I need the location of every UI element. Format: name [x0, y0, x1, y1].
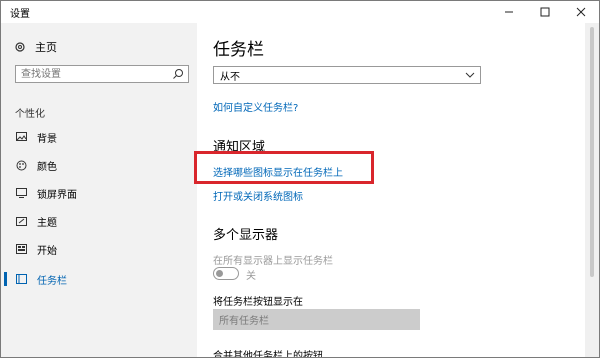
sidebar-item-label: 主题 [37, 217, 57, 229]
lock-screen-icon [15, 187, 27, 199]
theme-icon [15, 215, 27, 227]
multi-display-heading: 多个显示器 [213, 228, 279, 243]
sidebar: 主页 个性化 背景 颜色 锁屏界面 [1, 23, 197, 357]
active-indicator [4, 272, 7, 286]
sidebar-item-label: 开始 [37, 245, 57, 257]
customize-taskbar-link[interactable]: 如何自定义任务栏? [213, 99, 298, 114]
chevron-down-icon [465, 70, 475, 80]
sidebar-item-taskbar[interactable]: 任务栏 [1, 265, 197, 293]
palette-icon [15, 159, 27, 171]
show-all-displays-toggle[interactable] [213, 267, 239, 280]
toggle-knob [216, 270, 223, 277]
maximize-button[interactable] [527, 1, 563, 23]
taskbar-icon [15, 273, 27, 285]
sidebar-item-themes[interactable]: 主题 [1, 207, 197, 235]
system-icons-link[interactable]: 打开或关闭系统图标 [213, 188, 303, 203]
page-title: 任务栏 [213, 40, 264, 60]
close-icon [576, 7, 586, 17]
dropdown-value: 从不 [220, 71, 240, 83]
red-highlight-box [194, 151, 374, 184]
gear-icon [13, 40, 27, 54]
start-icon [15, 243, 27, 255]
settings-window: 设置 主页 个性化 [0, 0, 600, 358]
close-button[interactable] [563, 1, 599, 23]
sidebar-item-label: 颜色 [37, 161, 57, 173]
home-label: 主页 [35, 41, 57, 54]
combine-buttons-label: 合并其他任务栏上的按钮 [213, 351, 323, 358]
dropdown[interactable]: 从不 [213, 66, 481, 84]
sidebar-home[interactable]: 主页 [13, 39, 57, 55]
title-bar: 设置 [1, 1, 599, 23]
search-input[interactable] [16, 66, 166, 82]
toggle-state: 关 [246, 271, 256, 282]
sidebar-item-background[interactable]: 背景 [1, 123, 197, 151]
show-buttons-dropdown[interactable]: 所有任务栏 [213, 309, 420, 330]
window-controls [491, 1, 599, 23]
minimize-icon [505, 11, 513, 13]
show-buttons-value: 所有任务栏 [219, 316, 269, 327]
image-icon [15, 131, 27, 143]
sidebar-item-colors[interactable]: 颜色 [1, 151, 197, 179]
show-buttons-label: 将任务栏按钮显示在 [213, 297, 303, 308]
window-title: 设置 [10, 9, 30, 20]
sidebar-item-label: 任务栏 [37, 275, 67, 287]
sidebar-item-start[interactable]: 开始 [1, 235, 197, 263]
sidebar-item-label: 锁屏界面 [37, 189, 77, 201]
search-box[interactable] [15, 65, 189, 83]
section-title: 个性化 [15, 109, 45, 120]
show-all-displays-label: 在所有显示器上显示任务栏 [213, 256, 333, 267]
minimize-button[interactable] [491, 1, 527, 23]
sidebar-item-lockscreen[interactable]: 锁屏界面 [1, 179, 197, 207]
scrollbar[interactable] [585, 23, 599, 357]
sidebar-item-label: 背景 [37, 133, 57, 145]
scroll-thumb[interactable] [590, 27, 594, 277]
search-icon[interactable] [172, 68, 184, 80]
maximize-icon [540, 7, 550, 17]
main-content: 任务栏 从不 如何自定义任务栏? 通知区域 选择哪些图标显示在任务栏上 打开或关… [197, 23, 587, 358]
